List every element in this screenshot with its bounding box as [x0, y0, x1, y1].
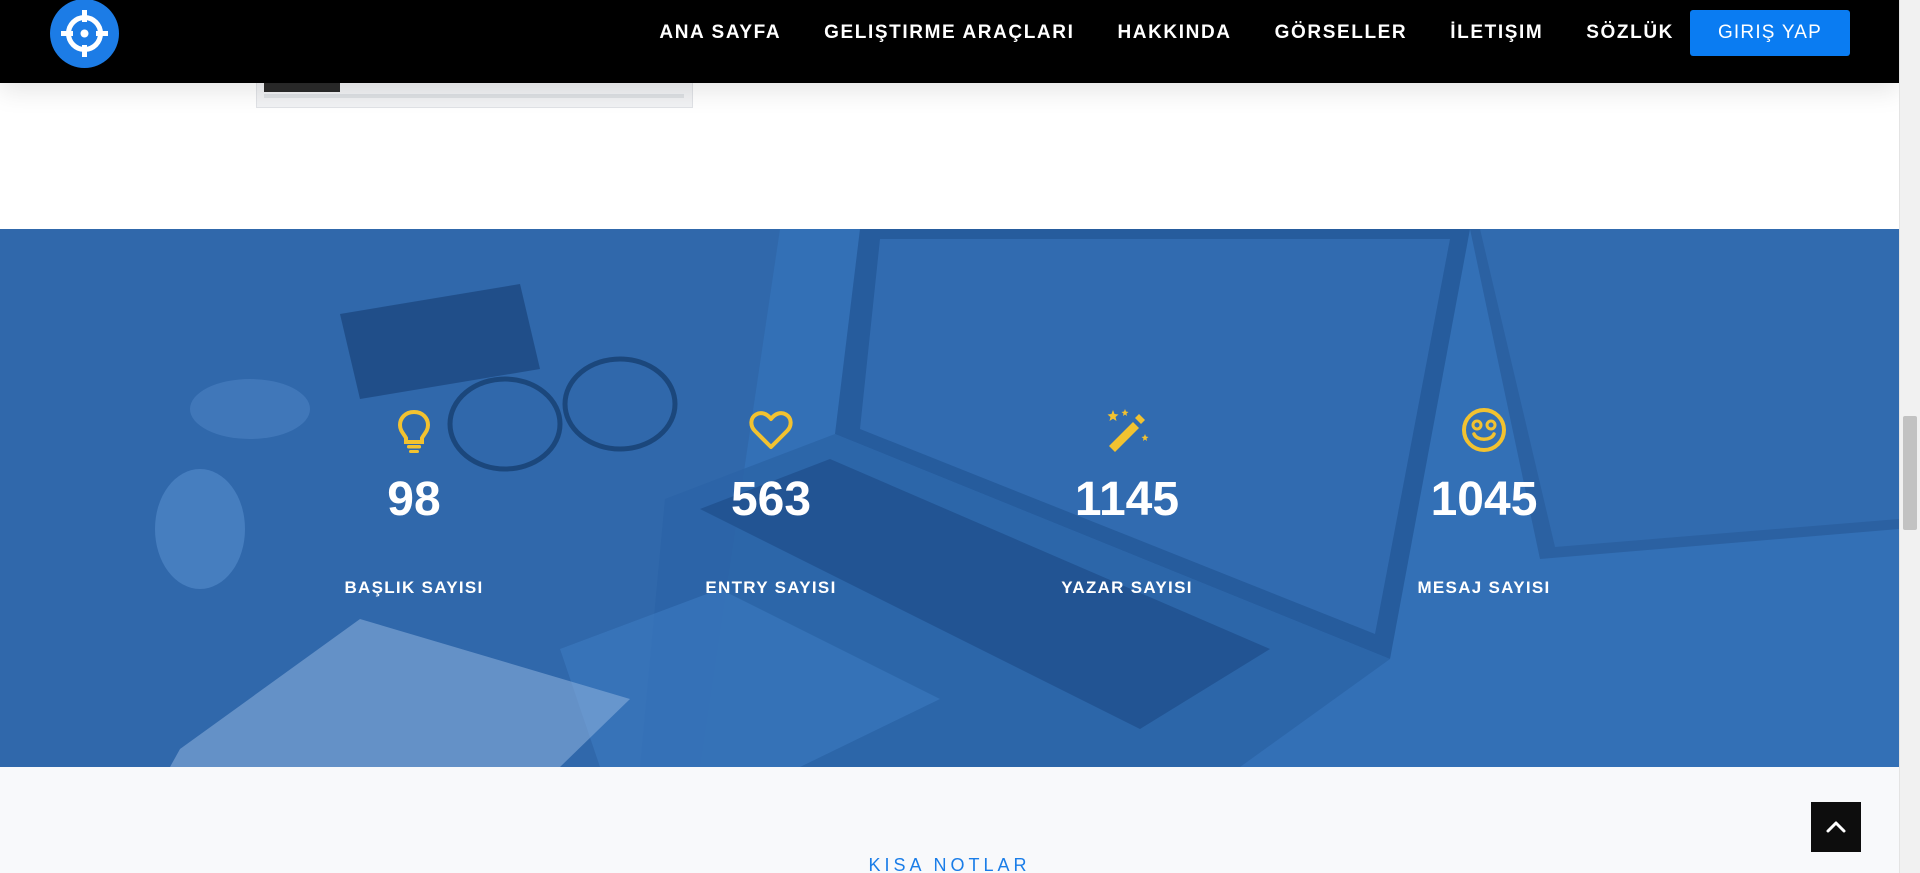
magic-wand-icon	[1107, 409, 1149, 452]
smiley-icon	[1462, 408, 1506, 452]
crosshair-logo-icon[interactable]	[50, 0, 119, 68]
stat-number-entries: 563	[730, 473, 812, 526]
stat-label-headings: BAŞLIK SAYISI	[344, 578, 484, 597]
chevron-up-icon	[1826, 821, 1846, 833]
stat-number-headings: 98	[387, 473, 441, 526]
nav-link-ana-sayfa[interactable]: ANA SAYFA	[659, 22, 781, 44]
stat-label-authors: YAZAR SAYISI	[1061, 578, 1193, 597]
thumbnail-line	[264, 94, 684, 98]
nav-link-sozluk[interactable]: SÖZLÜK	[1586, 22, 1674, 44]
nav-link-gorseller[interactable]: GÖRSELLER	[1275, 22, 1408, 44]
nav-link-hakkinda[interactable]: HAKKINDA	[1117, 22, 1231, 44]
page-scrollbar[interactable]	[1899, 0, 1920, 873]
page: ANA SAYFA GELIŞTIRME ARAÇLARI HAKKINDA G…	[0, 0, 1920, 873]
login-button[interactable]: GIRIŞ YAP	[1690, 10, 1850, 56]
thumbnail-dark-bar	[264, 83, 340, 92]
notes-section: KISA NOTLAR	[0, 767, 1899, 873]
nav-links: ANA SAYFA GELIŞTIRME ARAÇLARI HAKKINDA G…	[659, 21, 1674, 45]
nav-link-gelistirme-araclari[interactable]: GELIŞTIRME ARAÇLARI	[824, 22, 1074, 44]
stat-number-messages: 1045	[1430, 473, 1538, 526]
stat-label-messages: MESAJ SAYISI	[1417, 578, 1551, 597]
nav-link-iletisim[interactable]: İLETIŞIM	[1450, 22, 1543, 44]
scrollbar-thumb[interactable]	[1903, 416, 1917, 530]
lightbulb-icon	[397, 409, 431, 453]
heart-icon	[749, 411, 793, 449]
navbar: ANA SAYFA GELIŞTIRME ARAÇLARI HAKKINDA G…	[0, 0, 1899, 83]
stat-number-authors: 1145	[1074, 473, 1180, 526]
stat-label-entries: ENTRY SAYISI	[705, 578, 837, 597]
stats-section: 98 BAŞLIK SAYISI 563 ENTRY SAYISI 1145 Y…	[0, 229, 1899, 767]
back-to-top-button[interactable]	[1811, 802, 1861, 852]
section-subtitle: KISA NOTLAR	[868, 855, 1031, 873]
